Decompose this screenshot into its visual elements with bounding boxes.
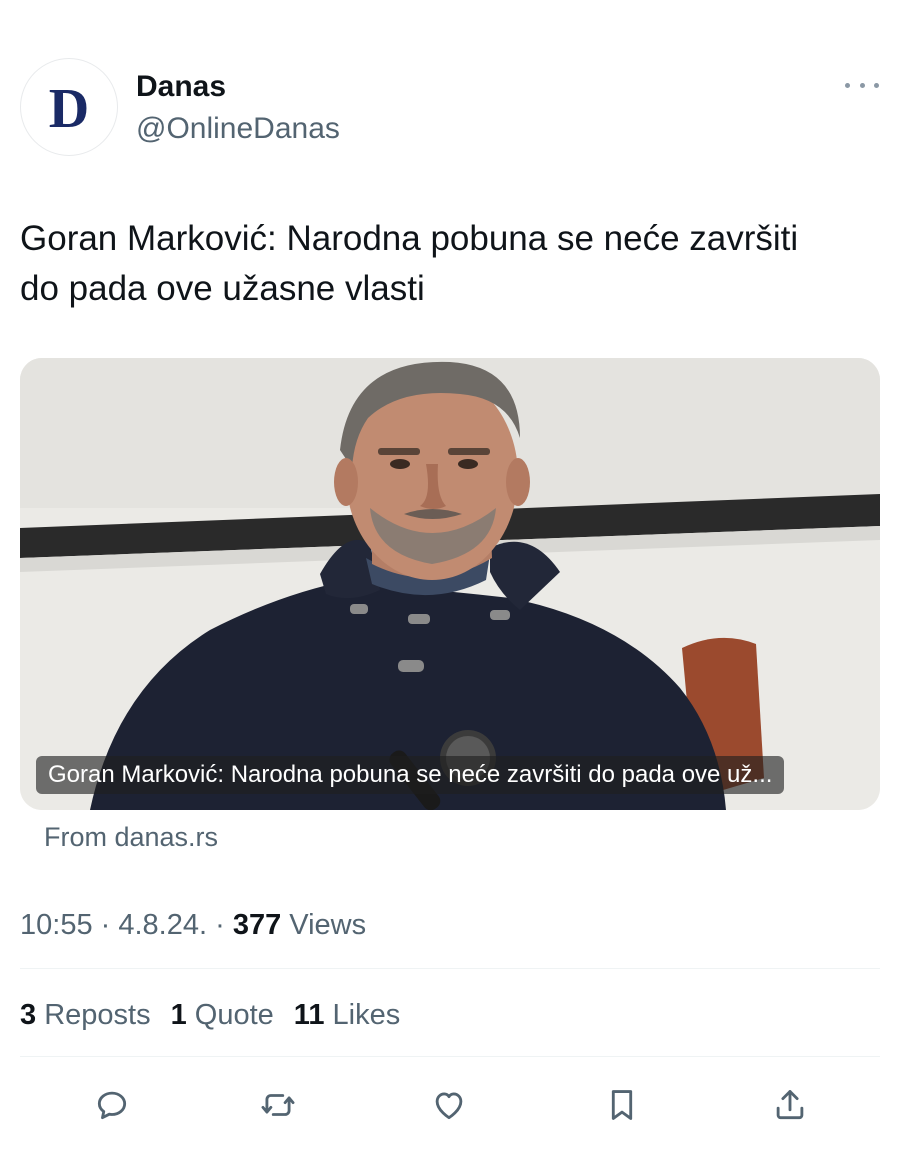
- user-handle[interactable]: @OnlineDanas: [136, 112, 340, 146]
- reposts-count: 3: [20, 999, 37, 1031]
- tweet-time[interactable]: 10:55: [20, 909, 93, 941]
- link-card[interactable]: Goran Marković: Narodna pobuna se neće z…: [20, 358, 880, 810]
- divider: [20, 968, 880, 969]
- repost-button[interactable]: [254, 1081, 302, 1129]
- tweet-text: Goran Marković: Narodna pobuna se neće z…: [20, 214, 880, 314]
- tweet-text-line: Goran Marković: Narodna pobuna se neće z…: [20, 219, 799, 258]
- views-label: Views: [289, 909, 367, 941]
- more-dots-icon: [845, 82, 850, 88]
- share-upload-icon: [776, 1090, 804, 1120]
- avatar-logo-letter: D: [48, 78, 90, 140]
- reposts-label: Reposts: [44, 999, 151, 1031]
- card-caption: Goran Marković: Narodna pobuna se neće z…: [36, 756, 785, 794]
- share-button[interactable]: [766, 1081, 814, 1129]
- like-button[interactable]: [425, 1081, 473, 1129]
- views-count: 377: [232, 909, 282, 941]
- quotes-count: 1: [170, 999, 187, 1031]
- likes-stat[interactable]: 11 Likes: [294, 996, 400, 1034]
- likes-label: Likes: [332, 999, 401, 1031]
- reply-bubble-icon: [97, 1091, 127, 1120]
- repost-arrows-icon: [261, 1094, 295, 1116]
- tweet-text-line: do pada ove užasne vlasti: [20, 269, 425, 308]
- more-options-button[interactable]: [845, 74, 879, 96]
- bookmark-icon: [611, 1090, 633, 1120]
- bookmark-button[interactable]: [598, 1081, 646, 1129]
- tweet-meta: 10:55 · 4.8.24. · 377 Views: [20, 909, 367, 941]
- heart-icon: [435, 1092, 463, 1120]
- tweet-date[interactable]: 4.8.24.: [118, 909, 207, 941]
- display-name[interactable]: Danas: [136, 70, 226, 104]
- reposts-stat[interactable]: 3 Reposts: [20, 996, 151, 1034]
- card-source-link[interactable]: From danas.rs: [44, 820, 218, 854]
- quotes-label: Quote: [194, 999, 274, 1031]
- avatar[interactable]: D: [20, 58, 118, 156]
- likes-count: 11: [293, 999, 325, 1031]
- quotes-stat[interactable]: 1 Quote: [171, 996, 274, 1034]
- engagement-stats: 3 Reposts 1 Quote 11 Likes: [20, 996, 400, 1034]
- card-photo: [20, 358, 880, 810]
- divider: [20, 1056, 880, 1057]
- reply-button[interactable]: [88, 1081, 136, 1129]
